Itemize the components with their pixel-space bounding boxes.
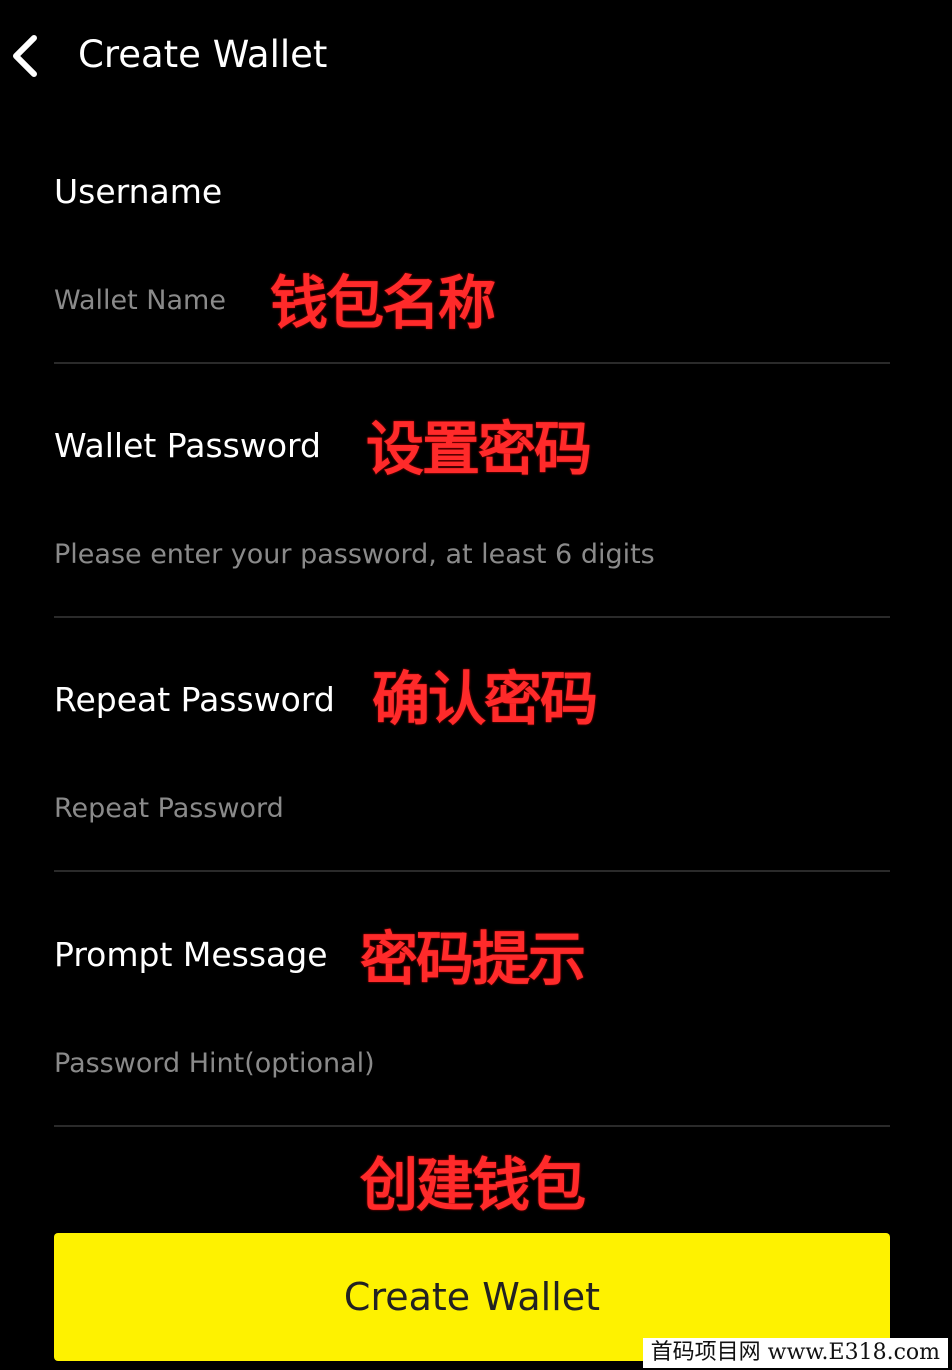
repeat-password-input[interactable] (54, 783, 890, 833)
prompt-message-label: Prompt Message (54, 935, 328, 974)
back-button[interactable] (6, 28, 50, 84)
annotation-create-wallet: 创建钱包 (360, 1151, 586, 1219)
annotation-confirm-password: 确认密码 (372, 665, 598, 733)
watermark: 首码项目网 www.E318.com (642, 1338, 948, 1368)
page-title: Create Wallet (78, 33, 328, 76)
username-label: Username (54, 172, 223, 211)
divider (54, 362, 890, 364)
annotation-set-password: 设置密码 (366, 415, 592, 483)
divider (54, 616, 890, 618)
app-header: Create Wallet (0, 0, 952, 110)
wallet-password-label: Wallet Password (54, 426, 321, 465)
password-hint-input[interactable] (54, 1038, 890, 1088)
divider (54, 1125, 890, 1127)
divider (54, 870, 890, 872)
chevron-left-icon (13, 35, 37, 77)
annotation-password-hint: 密码提示 (360, 925, 586, 993)
annotation-wallet-name: 钱包名称 (270, 269, 496, 337)
wallet-password-input[interactable] (54, 529, 890, 579)
repeat-password-label: Repeat Password (54, 680, 335, 719)
